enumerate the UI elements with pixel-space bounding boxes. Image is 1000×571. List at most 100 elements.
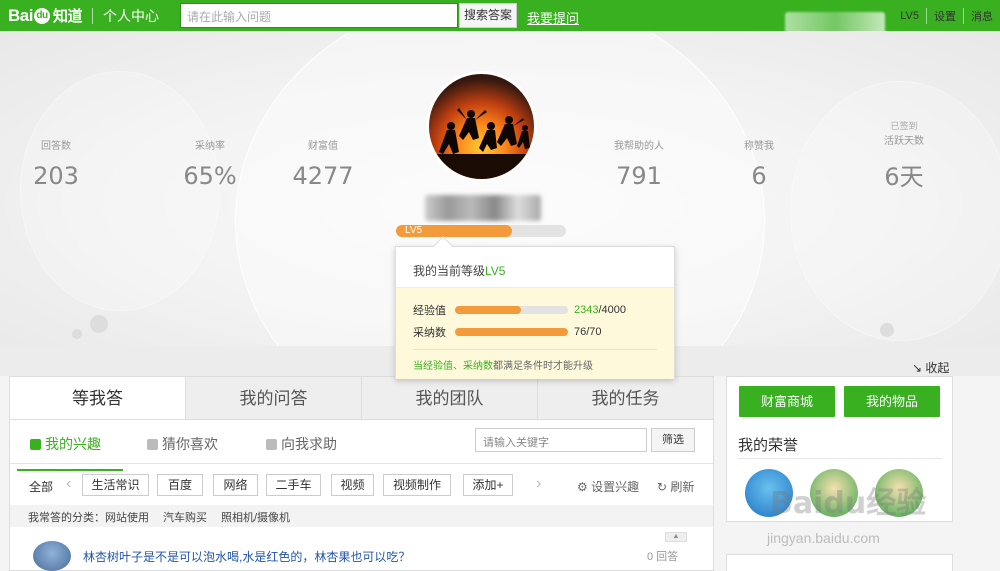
- tab-waiting-answer[interactable]: 等我答: [10, 377, 185, 419]
- asker-avatar[interactable]: [33, 541, 71, 571]
- search-input[interactable]: 请在此输入问题: [180, 3, 458, 28]
- search-button[interactable]: 搜索答案: [459, 3, 517, 28]
- user-avatar[interactable]: [426, 71, 537, 182]
- logo-text: Bai: [8, 5, 33, 25]
- ask-question-link[interactable]: 我要提问: [527, 8, 579, 27]
- set-interest-button[interactable]: ⚙ 设置兴趣: [577, 478, 639, 495]
- gear-icon: ⚙: [577, 480, 588, 494]
- tag-item[interactable]: 视频制作: [383, 474, 451, 496]
- category-link[interactable]: 照相机/摄像机: [221, 512, 290, 524]
- tree-decor: [880, 323, 894, 337]
- stat-value: 203: [33, 162, 79, 190]
- level-label: LV5: [396, 225, 512, 237]
- subtab-guess-you-like[interactable]: 猜你喜欢: [147, 434, 218, 454]
- stat-praised[interactable]: 称赞我 6: [709, 137, 809, 190]
- exp-bar: [455, 306, 568, 314]
- sidebar-panel-2: [726, 554, 953, 571]
- honor-title: 我的荣誉: [738, 437, 799, 454]
- tooltip-header: 我的当前等级LV5: [396, 247, 674, 287]
- watermark-url: jingyan.baidu.com: [767, 530, 880, 546]
- tab-my-qa[interactable]: 我的问答: [185, 377, 361, 419]
- stat-value: 6天: [884, 163, 924, 191]
- tag-item[interactable]: 百度: [157, 474, 203, 496]
- category-link[interactable]: 网站使用: [105, 512, 149, 524]
- stat-active-days: 已签到 活跃天数 6天: [854, 119, 954, 192]
- tag-item[interactable]: 生活常识: [82, 474, 149, 496]
- set-interest-label: 设置兴趣: [591, 480, 640, 494]
- stat-value: 6: [751, 162, 767, 190]
- sub-tabs: 我的兴趣 猜你喜欢 向我求助 请输入关键字 筛选: [10, 420, 713, 471]
- exp-value: 2343/4000: [574, 304, 626, 316]
- note-suffix: 都满足条件时才能升级: [493, 361, 593, 372]
- exp-total: /4000: [598, 304, 627, 316]
- tag-item[interactable]: 网络: [213, 474, 258, 496]
- signed-in-label: 已签到: [890, 121, 918, 131]
- adopt-label: 采纳数: [413, 327, 446, 339]
- messages-link[interactable]: 消息: [963, 7, 1000, 24]
- settings-link[interactable]: 设置: [926, 7, 963, 24]
- main-tabs: 等我答 我的问答 我的团队 我的任务: [10, 377, 713, 420]
- decor-circle: [20, 71, 220, 311]
- collapse-button[interactable]: ↘ 收起: [912, 359, 949, 376]
- adopt-bar: [455, 328, 568, 336]
- note-sep: 、: [453, 361, 463, 372]
- user-center-link[interactable]: 个人中心: [103, 6, 159, 26]
- question-item: ▲ 林杏树叶子是不是可以泡水喝,水是红色的，林杏果也可以吃？ 0 回答: [10, 527, 713, 571]
- tag-item[interactable]: 二手车: [266, 474, 321, 496]
- level-progress-bar[interactable]: LV5: [396, 225, 566, 237]
- heart-icon: [147, 438, 158, 450]
- keyword-input[interactable]: 请输入关键字: [475, 428, 647, 452]
- filter-button[interactable]: 筛选: [651, 428, 695, 452]
- upgrade-note: 当经验值、采纳数都满足条件时才能升级: [413, 349, 657, 372]
- add-tag-button[interactable]: 添加+: [463, 474, 513, 496]
- adopt-row: 采纳数 76/70: [413, 321, 657, 343]
- level-tooltip: 我的当前等级LV5 经验值 2343/4000 采纳数 76/70 当经验值、采…: [395, 236, 675, 379]
- exp-bar-fill: [455, 306, 522, 314]
- username-blurred: [425, 195, 541, 221]
- exp-current: 2343: [574, 304, 599, 316]
- divider: [91, 7, 93, 24]
- adopt-value: 76/70: [574, 326, 602, 338]
- paw-icon: du: [33, 7, 50, 24]
- refresh-button[interactable]: ↻ 刷新: [657, 478, 694, 495]
- logo-zhidao: 知道: [52, 8, 83, 25]
- subtab-help-requests[interactable]: 向我求助: [266, 434, 337, 454]
- scroll-up-icon[interactable]: ▲: [665, 532, 687, 542]
- answer-count: 0 回答: [647, 551, 679, 563]
- alert-icon: [266, 438, 277, 450]
- chevron-left-icon[interactable]: ‹: [66, 475, 71, 493]
- question-title-link[interactable]: 林杏树叶子是不是可以泡水喝,水是红色的，林杏果也可以吃？: [83, 548, 410, 565]
- note-exp: 经验值: [423, 361, 453, 372]
- stat-value: 4277: [292, 162, 354, 190]
- subtab-label: 我的兴趣: [45, 436, 101, 452]
- tab-my-tasks[interactable]: 我的任务: [537, 377, 713, 419]
- avatar-silhouettes: [429, 108, 534, 179]
- tag-all[interactable]: 全部: [29, 478, 53, 495]
- subtab-label: 向我求助: [281, 436, 337, 452]
- category-link[interactable]: 汽车购买: [163, 512, 207, 524]
- wealth-mall-button[interactable]: 财富商城: [739, 386, 835, 417]
- main-panel: 等我答 我的问答 我的团队 我的任务 我的兴趣 猜你喜欢 向我求助 请输入关键字…: [9, 376, 714, 571]
- note-prefix: 当: [413, 361, 423, 372]
- baidu-jingyan-watermark: Baidu经验: [770, 486, 927, 521]
- tooltip-body: 经验值 2343/4000 采纳数 76/70 当经验值、采纳数都满足条件时才能…: [396, 287, 674, 379]
- stat-label: 活跃天数: [884, 136, 924, 147]
- stat-label: 财富值: [308, 141, 338, 152]
- tab-my-team[interactable]: 我的团队: [361, 377, 537, 419]
- my-items-button[interactable]: 我的物品: [844, 386, 940, 417]
- exp-row: 经验值 2343/4000: [413, 299, 657, 321]
- tree-decor: [72, 329, 82, 339]
- tooltip-head-prefix: 我的当前等级: [413, 264, 486, 278]
- exp-label: 经验值: [413, 305, 446, 317]
- refresh-label: 刷新: [670, 480, 695, 494]
- baidu-zhidao-logo[interactable]: Bai du 知道: [0, 0, 82, 31]
- stat-label: 回答数: [41, 141, 71, 152]
- chevron-right-icon[interactable]: ›: [536, 475, 541, 493]
- subtab-my-interests[interactable]: 我的兴趣: [17, 434, 123, 471]
- stat-label: 称赞我: [744, 141, 774, 152]
- tag-item[interactable]: 视频: [331, 474, 374, 496]
- stat-helped[interactable]: 我帮助的人 791: [589, 137, 689, 190]
- stat-adopt-rate: 采纳率 65%: [160, 137, 260, 190]
- list-icon: [30, 438, 41, 450]
- level-link[interactable]: LV5: [893, 10, 926, 22]
